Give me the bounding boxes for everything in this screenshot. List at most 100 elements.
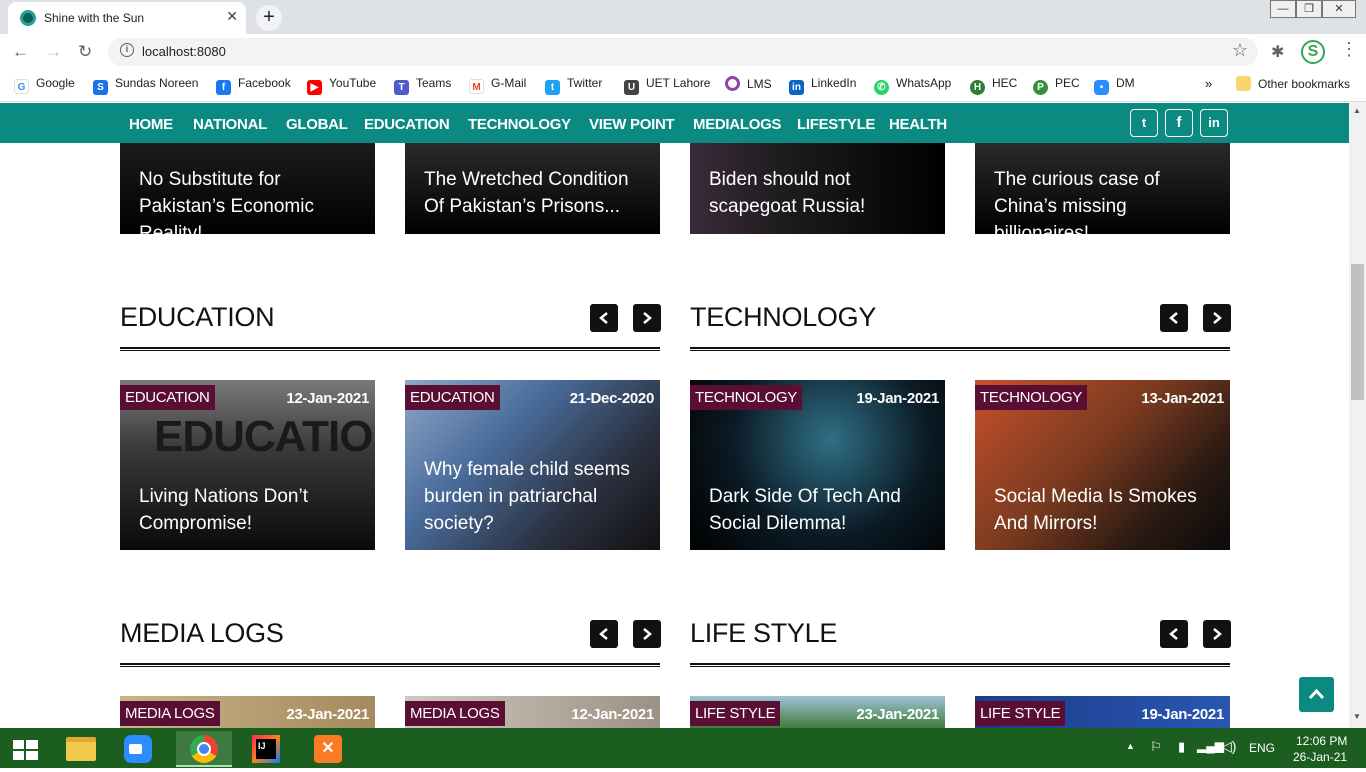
article-card[interactable]: LIFE STYLE 19-Jan-2021 — [975, 696, 1230, 728]
article-card[interactable]: EDUCATION EDUCATION 12-Jan-2021 Living N… — [120, 380, 375, 550]
article-card[interactable]: MEDIA LOGS 12-Jan-2021 — [405, 696, 660, 728]
other-bookmarks[interactable]: Other bookmarks — [1236, 76, 1350, 91]
bookmark-dm[interactable]: ▪ DM — [1094, 76, 1135, 95]
card-title[interactable]: No Substitute for Pakistan’s Economic Re… — [139, 166, 365, 234]
language-indicator[interactable]: ENG — [1249, 741, 1275, 755]
bookmark-google[interactable]: G Google — [14, 76, 75, 94]
forward-icon[interactable]: → — [45, 42, 62, 62]
next-arrow-button[interactable] — [633, 304, 661, 332]
xampp-app-icon[interactable]: ✕ — [300, 731, 356, 767]
card-title[interactable]: The Wretched Condition Of Pakistan’s Pri… — [424, 166, 650, 220]
nav-health[interactable]: HEALTH — [889, 116, 947, 133]
zoom-app-icon[interactable] — [112, 731, 168, 767]
address-bar[interactable]: i localhost:8080 ☆ — [108, 38, 1258, 66]
article-card[interactable]: EDUCATION 21-Dec-2020 Why female child s… — [405, 380, 660, 550]
restore-button[interactable]: ❐ — [1296, 0, 1322, 18]
start-button[interactable] — [0, 731, 56, 767]
bookmark-facebook[interactable]: f Facebook — [216, 76, 291, 95]
bookmark-pec[interactable]: P PEC — [1033, 76, 1080, 95]
prev-arrow-button[interactable] — [1160, 304, 1188, 332]
card-title[interactable]: Biden should not scapegoat Russia! — [709, 166, 935, 220]
category-badge[interactable]: TECHNOLOGY — [690, 385, 803, 410]
clock-date[interactable]: 26-Jan-21 — [1293, 750, 1347, 764]
top-card[interactable]: Biden should not scapegoat Russia! — [690, 143, 945, 234]
battery-icon[interactable]: ▮ — [1178, 739, 1185, 755]
volume-icon[interactable]: ◁) — [1221, 738, 1236, 755]
nav-view-point[interactable]: VIEW POINT — [589, 116, 675, 133]
intellij-app-icon[interactable]: IJ — [238, 731, 294, 767]
minimize-button[interactable]: — — [1270, 0, 1296, 18]
new-tab-button[interactable]: + — [256, 5, 282, 31]
page-scrollbar[interactable]: ▲ ▼ — [1349, 102, 1366, 728]
browser-tab[interactable]: Shine with the Sun ✕ — [8, 2, 246, 34]
network-status-icon[interactable]: ⚐ — [1150, 739, 1162, 755]
nav-national[interactable]: NATIONAL — [193, 116, 267, 133]
reload-icon[interactable]: ↻ — [78, 42, 92, 62]
twitter-icon[interactable]: t — [1130, 109, 1158, 137]
prev-arrow-button[interactable] — [590, 620, 618, 648]
back-to-top-button[interactable] — [1299, 677, 1334, 712]
bookmark-twitter[interactable]: t Twitter — [545, 76, 602, 95]
bookmark-teams[interactable]: T Teams — [394, 76, 451, 95]
prev-arrow-button[interactable] — [590, 304, 618, 332]
bookmark-whatsapp[interactable]: ✆ WhatsApp — [874, 76, 951, 95]
scroll-up-icon[interactable]: ▲ — [1353, 106, 1361, 115]
article-card[interactable]: TECHNOLOGY 13-Jan-2021 Social Media Is S… — [975, 380, 1230, 550]
card-title[interactable]: Social Media Is Smokes And Mirrors! — [994, 483, 1220, 537]
category-badge[interactable]: LIFE STYLE — [690, 701, 781, 726]
bookmark-gmail[interactable]: M G-Mail — [469, 76, 526, 94]
category-badge[interactable]: EDUCATION — [405, 385, 500, 410]
prev-arrow-button[interactable] — [1160, 620, 1188, 648]
nav-medialogs[interactable]: MEDIALOGS — [693, 116, 781, 133]
category-badge[interactable]: LIFE STYLE — [975, 701, 1066, 726]
top-card[interactable]: The curious case of China’s missing bill… — [975, 143, 1230, 234]
bookmark-hec[interactable]: H HEC — [970, 76, 1017, 95]
extensions-icon[interactable]: ✱ — [1271, 42, 1284, 62]
next-arrow-button[interactable] — [1203, 620, 1231, 648]
back-icon[interactable]: ← — [12, 42, 29, 62]
nav-global[interactable]: GLOBAL — [286, 116, 348, 133]
card-date: 19-Jan-2021 — [1141, 706, 1224, 723]
site-info-icon[interactable]: i — [120, 43, 134, 57]
bookmark-youtube[interactable]: ▶ YouTube — [307, 76, 376, 95]
top-card[interactable]: The Wretched Condition Of Pakistan’s Pri… — [405, 143, 660, 234]
card-title[interactable]: Living Nations Don’t Compromise! — [139, 483, 365, 537]
card-title[interactable]: Why female child seems burden in patriar… — [424, 456, 650, 537]
menu-icon[interactable]: ⋮ — [1340, 39, 1358, 60]
scroll-down-icon[interactable]: ▼ — [1353, 712, 1361, 721]
close-window-button[interactable]: ✕ — [1322, 0, 1356, 18]
clock-time[interactable]: 12:06 PM — [1296, 734, 1347, 748]
article-card[interactable]: MEDIA LOGS 23-Jan-2021 — [120, 696, 375, 728]
top-card[interactable]: No Substitute for Pakistan’s Economic Re… — [120, 143, 375, 234]
bookmark-uet[interactable]: U UET Lahore — [624, 76, 710, 95]
scroll-thumb[interactable] — [1351, 264, 1364, 400]
article-card[interactable]: LIFE STYLE 23-Jan-2021 — [690, 696, 945, 728]
article-card[interactable]: TECHNOLOGY 19-Jan-2021 Dark Side Of Tech… — [690, 380, 945, 550]
url-text[interactable]: localhost:8080 — [142, 44, 226, 59]
close-tab-icon[interactable]: ✕ — [226, 8, 238, 25]
profile-avatar[interactable]: S — [1301, 40, 1325, 64]
linkedin-icon[interactable]: in — [1200, 109, 1228, 137]
card-title[interactable]: The curious case of China’s missing bill… — [994, 166, 1220, 234]
nav-education[interactable]: EDUCATION — [364, 116, 450, 133]
card-title[interactable]: Dark Side Of Tech And Social Dilemma! — [709, 483, 935, 537]
tray-overflow-icon[interactable]: ▲ — [1126, 741, 1135, 751]
bookmark-lms[interactable]: LMS — [725, 76, 772, 91]
next-arrow-button[interactable] — [1203, 304, 1231, 332]
category-badge[interactable]: MEDIA LOGS — [405, 701, 505, 726]
bookmark-sundas[interactable]: S Sundas Noreen — [93, 76, 198, 95]
bookmark-star-icon[interactable]: ☆ — [1232, 40, 1248, 61]
category-badge[interactable]: MEDIA LOGS — [120, 701, 220, 726]
signal-icon[interactable]: ▂▄▆ — [1197, 739, 1224, 753]
file-explorer-icon[interactable] — [54, 731, 110, 767]
bookmark-linkedin[interactable]: in LinkedIn — [789, 76, 856, 95]
category-badge[interactable]: EDUCATION — [120, 385, 215, 410]
nav-technology[interactable]: TECHNOLOGY — [468, 116, 571, 133]
chrome-app-icon[interactable] — [176, 731, 232, 767]
bookmarks-overflow-icon[interactable]: » — [1205, 76, 1212, 91]
nav-lifestyle[interactable]: LIFESTYLE — [797, 116, 875, 133]
facebook-icon[interactable]: f — [1165, 109, 1193, 137]
category-badge[interactable]: TECHNOLOGY — [975, 385, 1088, 410]
next-arrow-button[interactable] — [633, 620, 661, 648]
nav-home[interactable]: HOME — [129, 116, 173, 133]
